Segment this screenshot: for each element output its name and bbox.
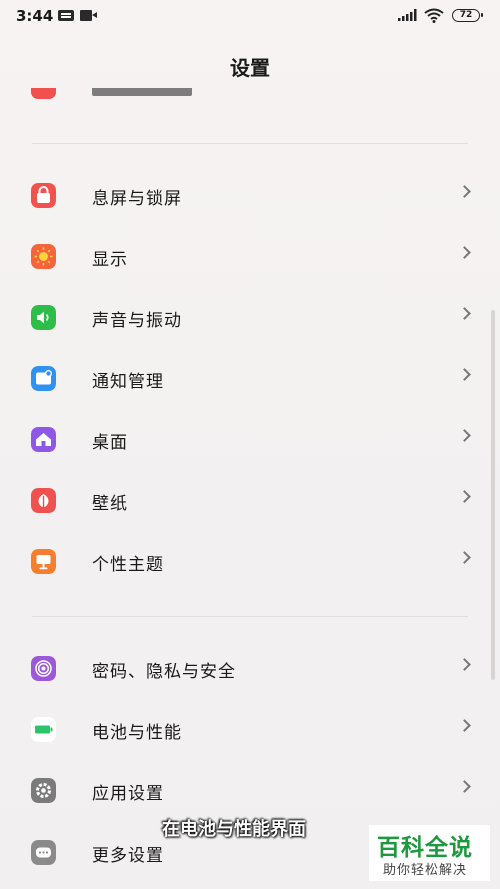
lock-icon [31, 183, 56, 208]
notification-icon [31, 366, 56, 391]
setting-item-screen-lock[interactable]: 息屏与锁屏 [0, 165, 500, 226]
chevron-right-icon [458, 658, 471, 671]
setting-item-label: 应用设置 [92, 784, 164, 804]
chevron-right-icon [458, 551, 471, 564]
chevron-right-icon [458, 429, 471, 442]
setting-item-label: 息屏与锁屏 [92, 189, 182, 209]
wifi-icon [424, 8, 444, 23]
setting-item-label: 密码、隐私与安全 [92, 662, 236, 682]
section-divider [32, 143, 468, 144]
chevron-right-icon [458, 185, 471, 198]
setting-item-label: 桌面 [92, 433, 128, 453]
setting-item-themes[interactable]: 个性主题 [0, 531, 500, 592]
video-camera-icon [80, 10, 97, 21]
setting-item-wallpaper[interactable]: 壁纸 [0, 470, 500, 531]
battery-icon [31, 717, 56, 742]
message-icon [58, 10, 74, 21]
chevron-right-icon [458, 368, 471, 381]
setting-item-apps[interactable]: 应用设置 [0, 760, 500, 821]
more-icon [31, 840, 56, 865]
theme-icon [31, 549, 56, 574]
setting-item-label: 壁纸 [92, 494, 128, 514]
sun-icon [31, 244, 56, 269]
setting-item-label: 通知管理 [92, 372, 164, 392]
watermark-subtitle: 助你轻松解决 [383, 863, 468, 878]
chevron-right-icon [458, 719, 471, 732]
watermark-title: 百科全说 [377, 835, 473, 861]
chevron-right-icon [458, 246, 471, 259]
setting-item-display[interactable]: 显示 [0, 226, 500, 287]
chevron-right-icon [458, 307, 471, 320]
status-bar: 3:44 72 [0, 0, 500, 34]
section-divider [32, 616, 468, 617]
setting-item-label: 个性主题 [92, 555, 164, 575]
scrollbar[interactable] [491, 310, 495, 680]
setting-item-sound[interactable]: 声音与振动 [0, 287, 500, 348]
chevron-right-icon [458, 780, 471, 793]
home-icon [31, 427, 56, 452]
watermark-logo: 百科全说 助你轻松解决 [369, 825, 490, 881]
setting-item-label: 显示 [92, 250, 128, 270]
speaker-icon [31, 305, 56, 330]
partially-hidden-row [0, 88, 500, 100]
chevron-right-icon [458, 490, 471, 503]
signal-icon [398, 9, 417, 21]
page-title: 设置 [230, 56, 270, 80]
status-time: 3:44 [16, 7, 54, 25]
setting-item-label: 电池与性能 [92, 723, 182, 743]
setting-item-security[interactable]: 密码、隐私与安全 [0, 638, 500, 699]
setting-item-notifications[interactable]: 通知管理 [0, 348, 500, 409]
setting-item-label: 声音与振动 [92, 311, 182, 331]
gear-icon [31, 778, 56, 803]
fingerprint-icon [31, 656, 56, 681]
battery-status-icon: 72 [452, 9, 483, 22]
setting-item-label: 更多设置 [92, 846, 164, 866]
setting-item-home-screen[interactable]: 桌面 [0, 409, 500, 470]
setting-item-battery[interactable]: 电池与性能 [0, 699, 500, 760]
video-caption: 在电池与性能界面 [162, 819, 306, 840]
wallpaper-icon [31, 488, 56, 513]
